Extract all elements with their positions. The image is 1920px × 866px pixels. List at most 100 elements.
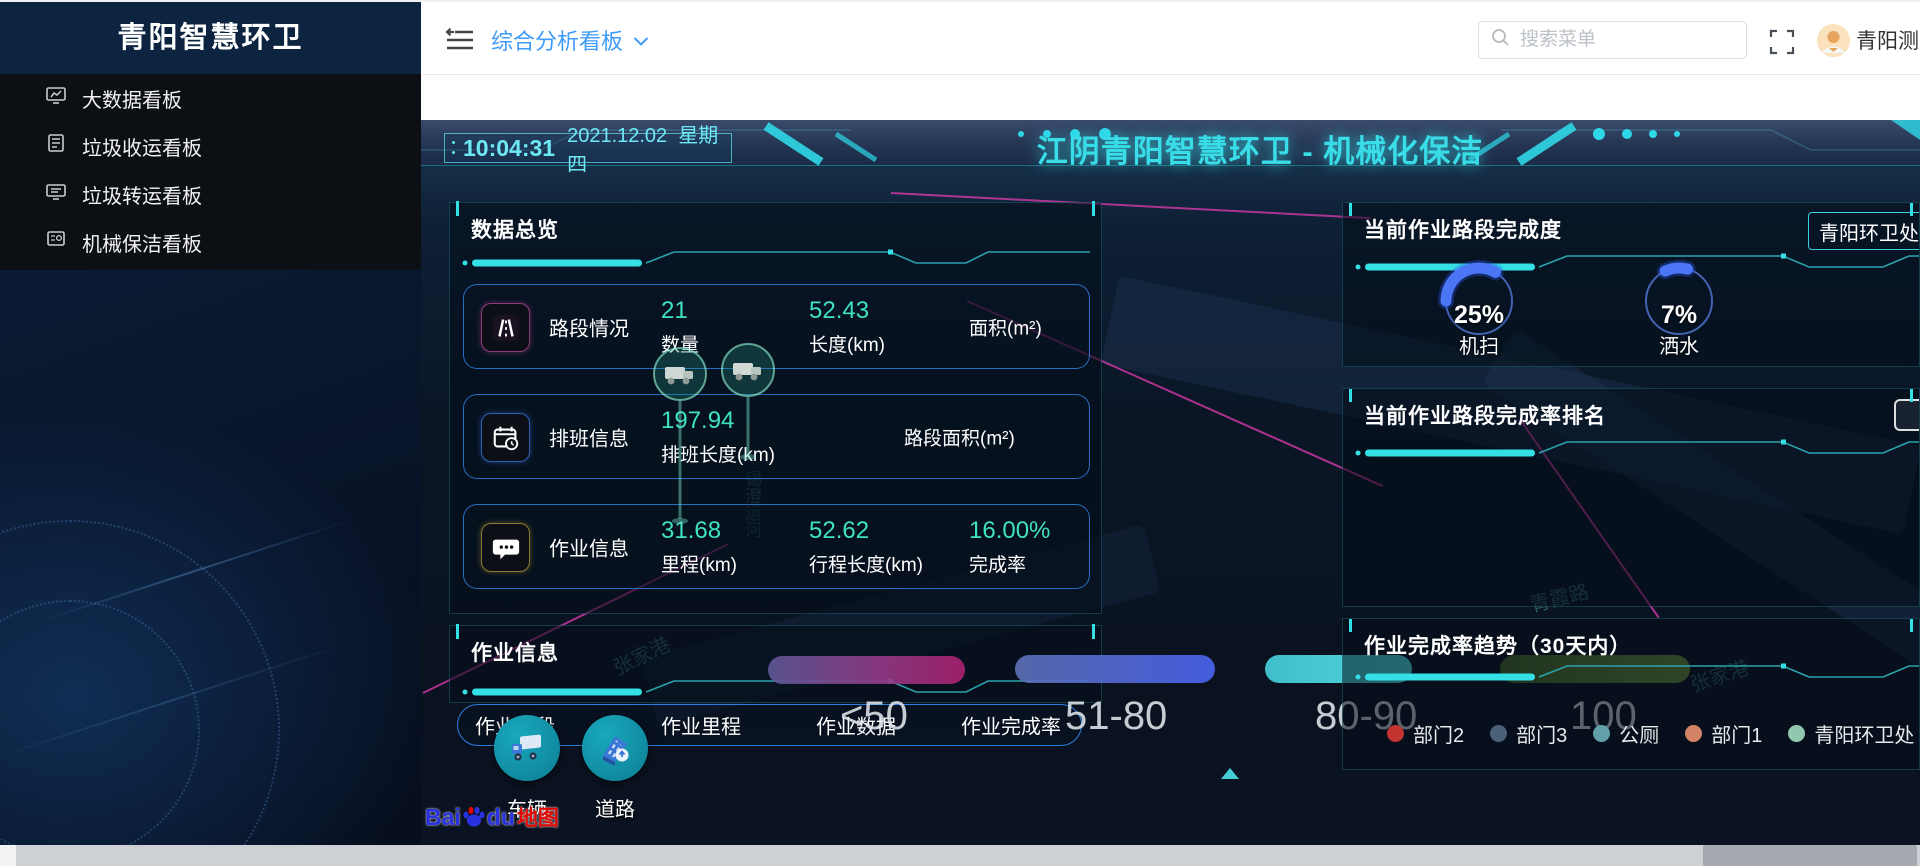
overview-panel: 数据总览 路段情况 21 数量 52.43 长度(km) [449, 202, 1102, 614]
map-toggle-road[interactable] [582, 715, 648, 781]
metric: 16.00% 完成率 [969, 517, 1050, 577]
topbar: 综合分析看板 青阳测试 [421, 0, 1920, 75]
ranking-select[interactable] [1894, 399, 1920, 431]
waste-transfer-board-icon [46, 181, 82, 207]
sidebar-item-label: 机械保洁看板 [82, 228, 202, 257]
panel-title: 当前作业路段完成度 [1364, 214, 1562, 244]
legend-dot [1685, 725, 1702, 742]
panel-title: 作业信息 [471, 637, 559, 667]
horizontal-scrollbar-track[interactable] [16, 845, 1920, 866]
map-legend-label: 51-80 [1065, 694, 1167, 739]
sidebar-item-waste-transfer-board[interactable]: 垃圾转运看板 [0, 170, 421, 218]
collapse-menu-icon[interactable] [445, 28, 475, 52]
baidu-logo-text: du [487, 804, 515, 831]
road-icon [481, 303, 530, 352]
dashboard: 张家港 锡澄运河 青霞路 张家港 10:04:31 2021.12.02 星期四 [421, 120, 1920, 845]
metric-label: 行程长度(km) [809, 550, 923, 577]
legend-item[interactable]: 部门2 [1387, 719, 1464, 748]
tab-work-mileage[interactable]: 作业里程 [661, 711, 741, 740]
search-icon [1491, 28, 1510, 52]
search-box[interactable] [1478, 21, 1747, 59]
completion-panel: 当前作业路段完成度 青阳环卫处 25% 机扫 [1342, 202, 1920, 367]
map-legend-pill-51-80 [1015, 655, 1215, 683]
legend-dot [1788, 725, 1805, 742]
legend-label: 公厕 [1619, 719, 1659, 748]
overview-card-road: 路段情况 21 数量 52.43 长度(km) 面积(m²) [463, 284, 1090, 369]
username: 青阳测试 [1856, 25, 1920, 55]
card-label: 路段情况 [549, 312, 629, 341]
legend-item[interactable]: 部门1 [1685, 719, 1762, 748]
scrollbar-corner [0, 845, 16, 866]
gauge-label: 洒水 [1619, 330, 1739, 359]
sidebar-menu: 大数据看板 垃圾收运看板 垃圾转运看板 机械保洁看板 [0, 74, 421, 270]
sidebar-background-art [0, 270, 421, 866]
user-menu[interactable]: 青阳测试 [1817, 22, 1920, 58]
trend-legend: 部门2 部门3 公厕 部门1 青阳环卫处 [1387, 719, 1914, 748]
app-root: 青阳智慧环卫 大数据看板 垃圾收运看板 垃圾转运看板 [0, 0, 1920, 866]
panel-header-decoration [1353, 663, 1920, 683]
sidebar-item-label: 垃圾收运看板 [82, 132, 202, 161]
metric-value: 52.43 [809, 297, 885, 325]
baidu-logo-text: 地图 [517, 802, 559, 832]
gauge-value: 25% [1419, 301, 1539, 330]
avatar [1817, 24, 1850, 57]
card-label: 排班信息 [549, 422, 629, 451]
map-toggle-vehicle[interactable] [494, 715, 560, 781]
sidebar: 青阳智慧环卫 大数据看板 垃圾收运看板 垃圾转运看板 [0, 0, 421, 866]
sidebar-item-bigdata-board[interactable]: 大数据看板 [0, 74, 421, 122]
legend-label: 部门1 [1711, 719, 1762, 748]
mechanical-clean-board-icon [46, 229, 82, 255]
sidebar-item-mechanical-clean-board[interactable]: 机械保洁看板 [0, 218, 421, 266]
gauge-readout: 7% 洒水 [1619, 301, 1739, 359]
metric-value: 21 [661, 297, 699, 325]
gauge-readout: 25% 机扫 [1419, 301, 1539, 359]
search-input[interactable] [1520, 29, 1720, 51]
panel-title: 作业完成率趋势（30天内） [1364, 630, 1631, 660]
tab-work-completion[interactable]: 作业完成率 [961, 711, 1061, 740]
ranking-panel: 当前作业路段完成率排名 [1342, 388, 1920, 607]
metric-value: 16.00% [969, 517, 1050, 545]
sidebar-item-waste-collect-board[interactable]: 垃圾收运看板 [0, 122, 421, 170]
metric-label: 里程(km) [661, 550, 737, 577]
legend-label: 部门2 [1413, 719, 1464, 748]
vehicle-map-marker[interactable] [721, 343, 775, 468]
schedule-icon [481, 413, 530, 462]
metric-label: 面积(m²) [969, 313, 1042, 340]
legend-item[interactable]: 部门3 [1490, 719, 1567, 748]
legend-dot [1593, 725, 1610, 742]
panel-title: 数据总览 [471, 214, 559, 244]
clock-box: 10:04:31 2021.12.02 星期四 [444, 133, 732, 163]
metric-value: 52.62 [809, 517, 923, 545]
overview-card-work: 作业信息 31.68 里程(km) 52.62 行程长度(km) 16.00% … [463, 504, 1090, 589]
panel-header-decoration [460, 249, 1090, 269]
legend-label: 青阳环卫处 [1814, 719, 1914, 748]
map-triangle-marker [1221, 768, 1239, 779]
baidu-map-logo: Bai du 地图 [425, 802, 559, 832]
legend-item[interactable]: 公厕 [1593, 719, 1659, 748]
waste-collect-board-icon [46, 133, 82, 159]
board-selector-label: 综合分析看板 [491, 24, 623, 56]
department-select-value: 青阳环卫处 [1819, 217, 1919, 246]
metric: 路段面积(m²) [904, 423, 1015, 450]
map-toggle-road-label: 道路 [570, 793, 660, 822]
vehicle-map-marker[interactable] [653, 347, 707, 532]
map-legend-label: <50 [840, 694, 908, 739]
legend-item[interactable]: 青阳环卫处 [1788, 719, 1914, 748]
clock-date: 2021.12.02 星期四 [567, 120, 731, 177]
sidebar-item-label: 垃圾转运看板 [82, 180, 202, 209]
overview-card-schedule: 排班信息 197.94 排班长度(km) 路段面积(m²) [463, 394, 1090, 479]
dashboard-title: 江阴青阳智慧环卫 - 机械化保洁 [980, 126, 1540, 171]
baidu-logo-text: Bai [425, 804, 461, 831]
app-title: 青阳智慧环卫 [0, 2, 421, 74]
horizontal-scrollbar-thumb[interactable] [1703, 845, 1917, 866]
fullscreen-icon[interactable] [1769, 29, 1795, 55]
panel-title: 当前作业路段完成率排名 [1364, 400, 1606, 430]
board-selector[interactable]: 综合分析看板 [491, 24, 649, 56]
road-3d-icon [595, 728, 635, 768]
gauge-value: 7% [1619, 301, 1739, 330]
metric: 52.62 行程长度(km) [809, 517, 923, 577]
dashboard-header-band: 10:04:31 2021.12.02 星期四 江阴青阳智慧环卫 - 机械化保洁 [421, 120, 1920, 166]
metric: 面积(m²) [969, 313, 1042, 340]
department-select[interactable]: 青阳环卫处 [1808, 212, 1920, 250]
metric-label: 长度(km) [809, 330, 885, 357]
